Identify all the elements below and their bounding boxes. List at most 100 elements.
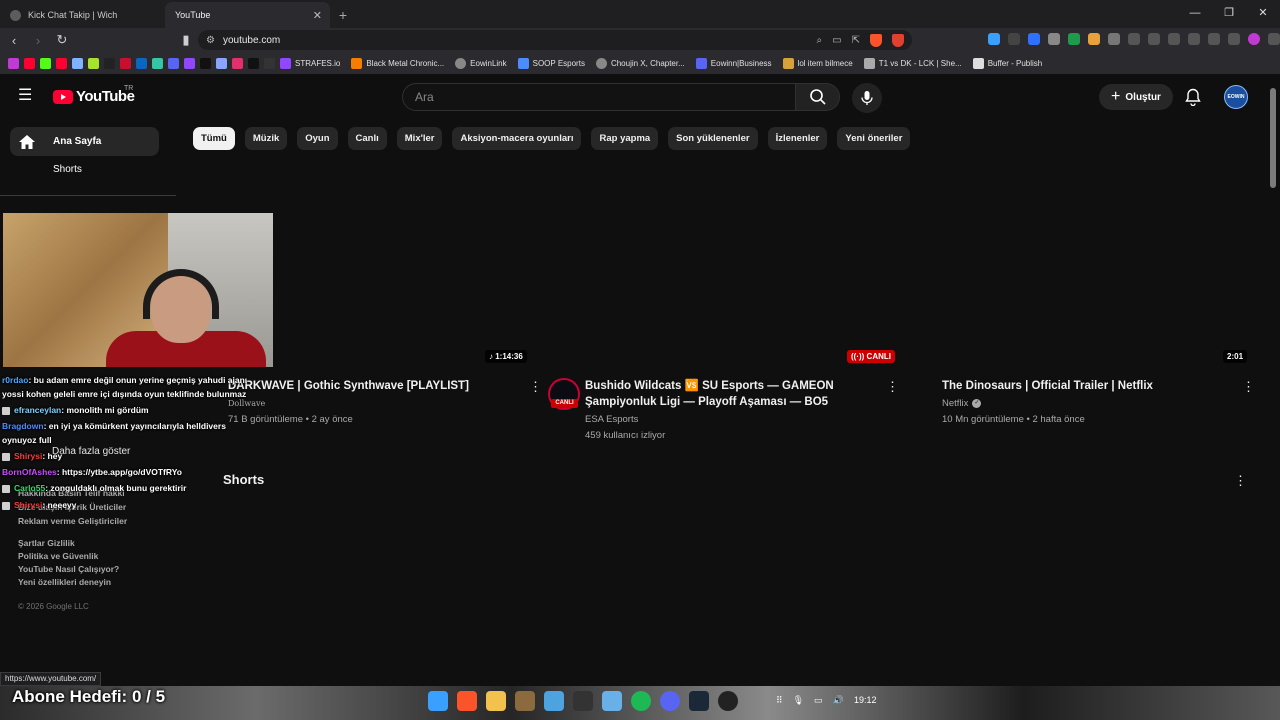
network-icon[interactable]: ▭ [814, 695, 823, 706]
footer-links[interactable]: Politika ve Güvenlik [18, 551, 98, 561]
bookmark-eowinlink[interactable]: EowinLink [455, 57, 507, 69]
reload-button[interactable]: ↻ [52, 32, 72, 48]
extension-icon[interactable] [1028, 33, 1040, 45]
bookmark-favicon-icon[interactable] [232, 57, 243, 69]
bookmark-strafes[interactable]: STRAFES.io [280, 57, 340, 69]
footer-links[interactable]: Şartlar Gizlilik [18, 538, 75, 548]
tab-youtube[interactable]: YouTube ✕ [165, 2, 330, 85]
search-button[interactable] [796, 83, 840, 111]
bookmark-favicon-icon[interactable] [24, 57, 35, 69]
pickaxe-app-icon[interactable] [515, 691, 535, 711]
notifications-bell-icon[interactable] [1185, 88, 1201, 111]
extension-icon[interactable] [1048, 33, 1060, 45]
bookmark-black-metal[interactable]: Black Metal Chronic... [351, 57, 444, 69]
extension-icon[interactable] [1128, 33, 1140, 45]
maximize-button[interactable]: ❐ [1212, 0, 1246, 26]
sidebar-icon[interactable] [1168, 33, 1180, 45]
bookmark-favicon-icon[interactable] [216, 57, 227, 69]
channel-name[interactable]: ESA Esports [585, 412, 638, 428]
channel-avatar[interactable]: CANLI [548, 378, 580, 410]
microphone-tray-icon[interactable]: 🎙 [793, 695, 804, 706]
vpn-icon[interactable] [1228, 33, 1240, 45]
avatar[interactable]: EOWIN [1224, 85, 1248, 109]
volume-icon[interactable]: 🔊 [833, 695, 844, 706]
brave-browser-icon[interactable] [457, 691, 477, 711]
chip-mixes[interactable]: Mix'ler [396, 127, 443, 150]
footer-links[interactable]: Reklam verme Geliştiriciler [18, 516, 127, 526]
discord-icon[interactable] [660, 691, 680, 711]
more-options-icon[interactable]: ⋮ [1234, 473, 1247, 489]
channel-name[interactable]: Netflix [942, 398, 968, 409]
minimize-button[interactable]: — [1178, 0, 1212, 26]
sidebar-item-home[interactable]: Ana Sayfa [10, 127, 159, 156]
obs-icon[interactable] [718, 691, 738, 711]
bookmark-favicon-icon[interactable] [184, 57, 195, 69]
chip-live[interactable]: Canlı [347, 127, 387, 150]
brave-shield-icon[interactable] [870, 33, 882, 47]
chip-recently-uploaded[interactable]: Son yüklenenler [668, 127, 758, 150]
extension-icon[interactable] [988, 33, 1000, 45]
steam-icon[interactable] [689, 691, 709, 711]
more-options-icon[interactable]: ⋮ [1242, 379, 1255, 395]
menu-icon[interactable] [1268, 33, 1280, 45]
extension-icon[interactable] [1108, 33, 1120, 45]
address-bar[interactable]: ⚙ youtube.com ⌕ ▭ ⇱ [198, 30, 912, 50]
bookmark-icon[interactable]: ▮ [176, 32, 196, 48]
create-button[interactable]: + Oluştur [1099, 84, 1173, 110]
show-more-button[interactable]: Daha fazla göster [52, 446, 130, 457]
bookmark-favicon-icon[interactable] [88, 57, 99, 69]
bookmark-favicon-icon[interactable] [200, 57, 211, 69]
clock[interactable]: 19:12 [854, 695, 877, 705]
windows-start-icon[interactable] [428, 691, 448, 711]
video-title[interactable]: DARKWAVE | Gothic Synthwave [PLAYLIST] [228, 378, 528, 394]
chip-rap[interactable]: Rap yapma [591, 127, 659, 150]
bookmark-favicon-icon[interactable] [168, 57, 179, 69]
extension-icon[interactable] [1088, 33, 1100, 45]
extension-icon[interactable] [1068, 33, 1080, 45]
close-window-button[interactable]: ✕ [1246, 0, 1280, 26]
bookmark-favicon-icon[interactable] [264, 57, 275, 69]
hamburger-menu-icon[interactable]: ☰ [18, 88, 34, 104]
bookmark-favicon-icon[interactable] [152, 57, 163, 69]
zoom-icon[interactable]: ⌕ [817, 35, 823, 46]
chip-music[interactable]: Müzik [244, 127, 288, 150]
bookmark-favicon-icon[interactable] [56, 57, 67, 69]
leo-icon[interactable] [1208, 33, 1220, 45]
bookmark-lol-item[interactable]: lol item bilmece [782, 57, 853, 69]
back-button[interactable]: ‹ [4, 33, 24, 48]
bookmark-favicon-icon[interactable] [136, 57, 147, 69]
new-tab-button[interactable]: + [330, 2, 356, 28]
chip-action-adventure[interactable]: Aksiyon-macera oyunları [452, 127, 582, 150]
bookmark-favicon-icon[interactable] [72, 57, 83, 69]
more-options-icon[interactable]: ⋮ [529, 379, 542, 395]
spotify-icon[interactable] [631, 691, 651, 711]
scrollbar[interactable] [1270, 88, 1276, 188]
more-options-icon[interactable]: ⋮ [886, 379, 899, 395]
media-icon[interactable] [1148, 33, 1160, 45]
profile-icon[interactable] [1248, 33, 1260, 45]
search-input[interactable]: Ara [402, 83, 796, 111]
share-icon[interactable]: ⇱ [852, 35, 860, 46]
chip-watched[interactable]: İzlenenler [767, 127, 828, 150]
bookmark-t1-vs-dk[interactable]: T1 vs DK - LCK | She... [863, 57, 962, 69]
chip-new-to-you[interactable]: Yeni öneriler [837, 127, 911, 150]
footer-links[interactable]: YouTube Nasıl Çalışıyor? [18, 564, 119, 574]
footer-links[interactable]: Yeni özellikleri deneyin [18, 577, 111, 587]
bookmark-eowinn-business[interactable]: Eowinn|Business [695, 57, 772, 69]
chip-gaming[interactable]: Oyun [297, 127, 338, 150]
bookmark-choujin-x[interactable]: Choujin X, Chapter... [595, 57, 685, 69]
video-title[interactable]: The Dinosaurs | Official Trailer | Netfl… [942, 378, 1232, 394]
tray-icon[interactable]: ⠿ [776, 695, 783, 706]
file-explorer-icon[interactable] [486, 691, 506, 711]
photos-icon[interactable] [544, 691, 564, 711]
bookmark-favicon-icon[interactable] [120, 57, 131, 69]
wallet-icon[interactable] [1188, 33, 1200, 45]
video-title[interactable]: Bushido Wildcats 🆚 SU Esports — GAMEON [585, 378, 875, 394]
chip-all[interactable]: Tümü [193, 127, 235, 150]
anime-app-icon[interactable] [573, 691, 593, 711]
cast-icon[interactable]: ▭ [832, 35, 841, 46]
bookmark-buffer[interactable]: Buffer - Publish [972, 57, 1042, 69]
site-settings-icon[interactable]: ⚙ [206, 35, 215, 46]
bookmark-soop-esports[interactable]: SOOP Esports [517, 57, 585, 69]
forward-button[interactable]: › [28, 33, 48, 48]
